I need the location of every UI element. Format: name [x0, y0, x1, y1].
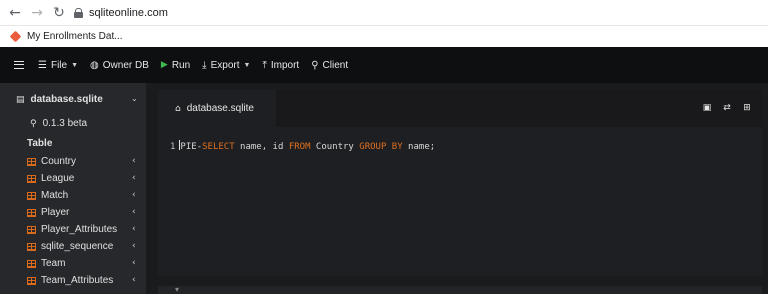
reload-icon[interactable]: ↻ — [48, 2, 70, 24]
keyword-group-by: GROUP BY — [359, 142, 403, 152]
import-button[interactable]: ⤒ Import — [262, 60, 299, 71]
file-menu[interactable]: ☰ File ▼ — [38, 60, 78, 71]
editor-tabbar: ⌂ database.sqlite ▣ ⇄ ⊞ — [158, 90, 762, 127]
chevron-left-icon[interactable]: ‹ — [132, 190, 136, 200]
caret-down-icon: ▼ — [243, 61, 251, 69]
table-list: Country ‹ League ‹ Match ‹ Player ‹ Play… — [0, 153, 146, 289]
play-icon: ▶ — [160, 60, 168, 70]
table-icon — [27, 208, 36, 217]
lock-icon — [74, 8, 83, 18]
download-icon: ⤓ — [202, 59, 207, 71]
main-area: ⌂ database.sqlite ▣ ⇄ ⊞ 1 PIE-SELECT name… — [146, 83, 768, 294]
chevron-left-icon[interactable]: ‹ — [132, 173, 136, 183]
table-heading: Table — [27, 138, 53, 149]
code-table: Country — [310, 142, 360, 152]
bookmark-my-enrollments[interactable]: My Enrollments Dat... — [27, 31, 123, 42]
sidebar-item-team-attributes[interactable]: Team_Attributes ‹ — [0, 272, 146, 289]
sidebar-item-label: League — [41, 173, 75, 184]
globe-icon: ◍ — [90, 59, 99, 71]
sidebar-item-label: Player_Attributes — [41, 224, 118, 235]
database-icon: ☰ — [38, 59, 47, 71]
line-number: 1 — [170, 142, 176, 152]
export-label: Export — [210, 59, 240, 71]
code-prefix: PIE- — [180, 142, 203, 152]
editor-panel: ⌂ database.sqlite ▣ ⇄ ⊞ 1 PIE-SELECT name… — [158, 90, 762, 276]
chevron-down-icon[interactable]: ⌄ — [131, 94, 138, 103]
chevron-left-icon[interactable]: ‹ — [132, 275, 136, 285]
client-button[interactable]: ⚲ Client — [311, 60, 348, 71]
sidebar-item-match[interactable]: Match ‹ — [0, 187, 146, 204]
bookmarks-bar: My Enrollments Dat... — [0, 25, 768, 46]
caret-down-icon: ▼ — [71, 61, 79, 69]
url-text: sqliteonline.com — [89, 7, 168, 19]
sidebar-item-sqlite-sequence[interactable]: sqlite_sequence ‹ — [0, 238, 146, 255]
run-label: Run — [171, 59, 191, 71]
sitemap-icon: ⚲ — [30, 118, 37, 129]
keyword-select: SELECT — [202, 142, 235, 152]
bookmark-favicon-icon — [9, 30, 22, 42]
chevron-left-icon[interactable]: ‹ — [132, 258, 136, 268]
sql-editor[interactable]: 1 PIE-SELECT name, id FROM Country GROUP … — [170, 140, 435, 152]
table-icon — [27, 225, 36, 234]
back-arrow-icon[interactable]: ← — [4, 2, 26, 24]
table-icon — [27, 276, 36, 285]
sitemap-icon: ⚲ — [311, 59, 319, 71]
sidebar-item-country[interactable]: Country ‹ — [0, 153, 146, 170]
run-button[interactable]: ▶ Run — [161, 60, 190, 71]
sidebar-item-label: Player — [41, 207, 70, 218]
version-text: 0.1.3 beta — [42, 118, 88, 129]
import-label: Import — [270, 59, 300, 71]
database-header[interactable]: ▤ database.sqlite — [16, 94, 103, 105]
database-name: database.sqlite — [30, 94, 103, 105]
refresh-icon[interactable]: ⇄ — [722, 103, 732, 113]
owner-db-label: Owner DB — [102, 59, 149, 71]
code-tail: name; — [402, 142, 436, 152]
version-row: ⚲ 0.1.3 beta — [30, 118, 87, 129]
client-label: Client — [322, 59, 349, 71]
sidebar-item-label: Team_Attributes — [41, 275, 114, 286]
table-icon — [27, 242, 36, 251]
sidebar: ▤ database.sqlite ⌄ ⚲ 0.1.3 beta Table C… — [0, 83, 146, 294]
sidebar-item-player[interactable]: Player ‹ — [0, 204, 146, 221]
export-menu[interactable]: ⤓ Export ▼ — [202, 60, 250, 71]
grid-col-marker: ▾ — [175, 285, 180, 294]
browser-chrome: ← → ↻ sqliteonline.com My Enrollments Da… — [0, 0, 768, 47]
sidebar-item-label: Country — [41, 156, 77, 167]
address-bar[interactable]: sqliteonline.com — [74, 3, 168, 23]
editor-actions: ▣ ⇄ ⊞ — [702, 103, 752, 113]
table-icon — [27, 157, 36, 166]
sidebar-item-league[interactable]: League ‹ — [0, 170, 146, 187]
home-icon: ⌂ — [175, 103, 181, 114]
result-grid-header: ▾ — [158, 285, 762, 294]
keyword-from: FROM — [288, 142, 311, 152]
table-icon — [27, 191, 36, 200]
file-icon: ▤ — [16, 94, 25, 105]
tab-database-sqlite[interactable]: ⌂ database.sqlite — [158, 90, 276, 127]
chevron-left-icon[interactable]: ‹ — [132, 241, 136, 251]
sidebar-item-label: Team — [41, 258, 66, 269]
file-label: File — [50, 59, 68, 71]
owner-db-button[interactable]: ◍ Owner DB — [90, 60, 149, 71]
app-toolbar: ☰ File ▼ ◍ Owner DB ▶ Run ⤓ Export ▼ ⤒ I… — [0, 47, 768, 83]
address-row: ← → ↻ sqliteonline.com — [0, 0, 768, 25]
sidebar-item-label: Match — [41, 190, 69, 201]
chevron-left-icon[interactable]: ‹ — [132, 207, 136, 217]
chevron-left-icon[interactable]: ‹ — [132, 156, 136, 166]
add-tab-icon[interactable]: ⊞ — [742, 103, 752, 113]
sidebar-item-label: sqlite_sequence — [41, 241, 114, 252]
tab-label: database.sqlite — [186, 103, 254, 114]
table-icon — [27, 174, 36, 183]
table-icon — [27, 259, 36, 268]
sidebar-item-player-attributes[interactable]: Player_Attributes ‹ — [0, 221, 146, 238]
chevron-left-icon[interactable]: ‹ — [132, 224, 136, 234]
code-columns: name, id — [234, 142, 289, 152]
upload-icon: ⤒ — [262, 59, 267, 71]
sidebar-item-team[interactable]: Team ‹ — [0, 255, 146, 272]
save-icon[interactable]: ▣ — [702, 103, 712, 113]
forward-arrow-icon[interactable]: → — [26, 2, 48, 24]
menu-icon[interactable] — [14, 61, 24, 69]
